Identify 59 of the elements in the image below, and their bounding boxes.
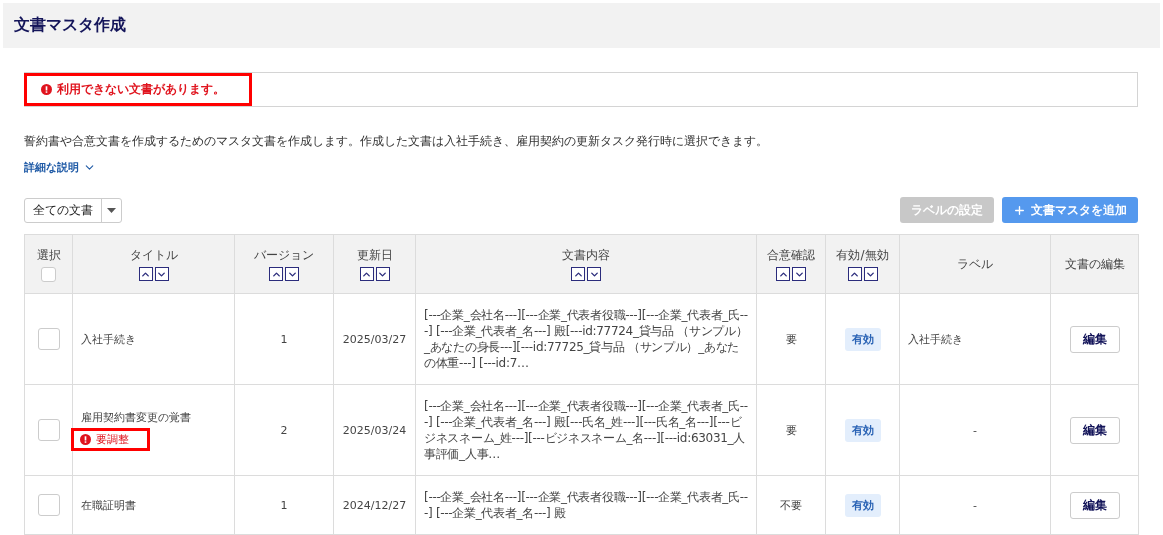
column-header: 有効/無効 (836, 247, 889, 264)
edit-button[interactable]: 編集 (1069, 491, 1120, 519)
select-all-checkbox[interactable] (41, 266, 56, 282)
column-header: 合意確認 (767, 247, 815, 264)
row-checkbox[interactable] (37, 328, 60, 350)
warning-icon (41, 84, 52, 95)
version-number: 2 (280, 423, 288, 437)
version-number: 1 (280, 332, 288, 346)
edit-button[interactable]: 編集 (1069, 325, 1120, 353)
document-filter-select[interactable]: 全ての文書 (24, 197, 122, 223)
label-text: 入社手続き (908, 332, 963, 346)
sort-descending-button[interactable] (154, 267, 169, 281)
updated-date: 2025/03/24 (342, 423, 407, 437)
column-header: 更新日 (356, 247, 393, 264)
updated-date: 2024/12/27 (342, 498, 407, 512)
column-header: 選択 (36, 246, 61, 264)
sort-ascending-button[interactable] (776, 267, 790, 281)
sort-ascending-button[interactable] (138, 267, 153, 281)
consent-requirement: 要 (785, 332, 797, 346)
sort-descending-button[interactable] (375, 267, 390, 281)
column-header: ラベル (957, 255, 993, 273)
status-badge: 有効 (844, 493, 881, 517)
sort-descending-button[interactable] (792, 267, 806, 281)
caret-icon (107, 207, 116, 213)
column-header: タイトル (129, 247, 178, 264)
label-text: - (973, 423, 977, 437)
needs-adjustment-warning: 要調整 (71, 427, 150, 451)
consent-requirement: 要 (785, 423, 797, 437)
sort-ascending-button[interactable] (269, 267, 283, 281)
consent-requirement: 不要 (780, 498, 802, 512)
column-header: 文書内容 (562, 247, 610, 264)
sort-descending-button[interactable] (863, 267, 878, 281)
sort-ascending-button[interactable] (359, 267, 374, 281)
document-content: [---企業_会社名---][---企業_代表者役職---][---企業_代表者_氏---] [---企業_代表者_名---] 殿 (424, 489, 748, 521)
details-link[interactable]: 詳細な説明 (24, 160, 96, 175)
sort-ascending-button[interactable] (571, 267, 585, 281)
updated-date: 2025/03/27 (342, 332, 407, 346)
column-header: バージョン (254, 247, 314, 264)
document-content: [---企業_会社名---][---企業_代表者役職---][---企業_代表者_氏---] [---企業_代表者_名---] 殿[---氏名_姓---][---氏名_名---][---ビジネスネーム_姓---][---ビジネスネーム_名---][---id:63031_人事評価_人事… (424, 398, 748, 462)
warning-icon (80, 433, 91, 445)
row-checkbox[interactable] (37, 494, 60, 516)
edit-button[interactable]: 編集 (1069, 416, 1120, 444)
status-badge: 有効 (844, 418, 881, 442)
plus-icon (1013, 203, 1026, 217)
label-text: - (973, 498, 977, 512)
alert-message: 利用できない文書があります。 (57, 81, 225, 98)
status-badge: 有効 (844, 327, 881, 351)
description-text: 誓約書や合意文書を作成するためのマスタ文書を作成します。作成した文書は入社手続き、雇用契約の更新タスク発行時に選択できます。 (24, 133, 769, 150)
column-header: 文書の編集 (1064, 255, 1125, 273)
document-title: 入社手続き (81, 331, 136, 347)
document-content: [---企業_会社名---][---企業_代表者役職---][---企業_代表者_氏---] [---企業_代表者_名---] 殿[---id:77724_貸与品 （サンプル）_あなたの身長---][---id:77725_貸与品 （サンプル）_あなたの体重---] [---id:7… (424, 307, 748, 371)
sort-ascending-button[interactable] (847, 267, 862, 281)
document-title: 雇用契約書変更の覚書 (81, 409, 191, 425)
document-title: 在職証明書 (81, 497, 136, 513)
sort-descending-button[interactable] (285, 267, 299, 281)
row-checkbox[interactable] (37, 419, 60, 441)
sort-descending-button[interactable] (587, 267, 601, 281)
page-title: 文書マスタ作成 (14, 15, 126, 36)
version-number: 1 (280, 498, 288, 512)
